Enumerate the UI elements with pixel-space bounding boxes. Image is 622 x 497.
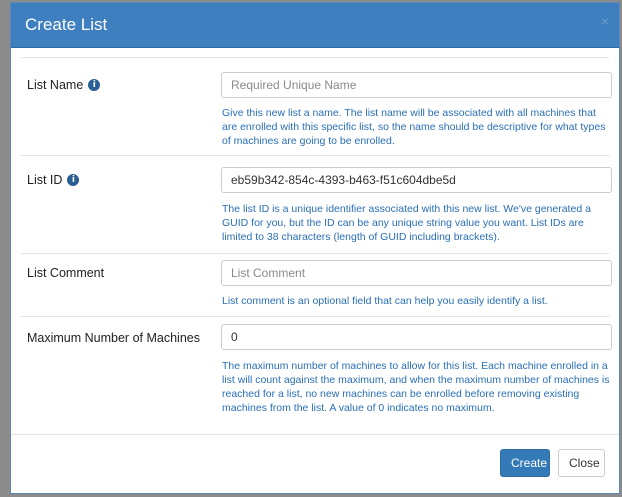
list-name-label: List Name i xyxy=(27,78,101,92)
dialog-footer: Create Close xyxy=(11,434,619,493)
create-button[interactable]: Create xyxy=(500,449,550,477)
list-id-label: List ID i xyxy=(27,173,80,187)
list-comment-label: List Comment xyxy=(27,266,104,280)
max-machines-label-text: Maximum Number of Machines xyxy=(27,331,200,345)
list-name-label-text: List Name xyxy=(27,78,84,92)
dialog-body: List Name i Give this new list a name. T… xyxy=(11,48,619,433)
list-name-input[interactable] xyxy=(221,72,612,98)
list-comment-label-text: List Comment xyxy=(27,266,105,280)
list-id-row: List ID i The list ID is a unique identi… xyxy=(21,155,612,254)
list-name-row: List Name i Give this new list a name. T… xyxy=(21,57,612,156)
close-icon[interactable]: × xyxy=(601,13,609,29)
close-button[interactable]: Close xyxy=(558,449,605,477)
create-list-dialog: Create List × List Name i Give this new … xyxy=(10,2,620,494)
list-id-label-text: List ID xyxy=(27,173,63,187)
list-id-input[interactable] xyxy=(221,167,612,193)
max-machines-help: The maximum number of machines to allow … xyxy=(222,360,610,414)
list-comment-input[interactable] xyxy=(221,260,612,286)
max-machines-row: Maximum Number of Machines The maximum n… xyxy=(21,316,612,427)
max-machines-input[interactable] xyxy=(221,324,612,350)
info-icon[interactable]: i xyxy=(67,174,80,186)
list-name-help: Give this new list a name. The list name… xyxy=(222,107,606,147)
list-id-help: The list ID is a unique identifier assoc… xyxy=(222,203,591,243)
list-comment-row: List Comment List comment is an optional… xyxy=(21,253,612,317)
dialog-header: Create List × xyxy=(11,3,619,48)
max-machines-label: Maximum Number of Machines xyxy=(27,331,200,345)
list-comment-help: List comment is an optional field that c… xyxy=(222,295,548,307)
dialog-title: Create List xyxy=(25,15,108,34)
info-icon[interactable]: i xyxy=(88,79,101,91)
